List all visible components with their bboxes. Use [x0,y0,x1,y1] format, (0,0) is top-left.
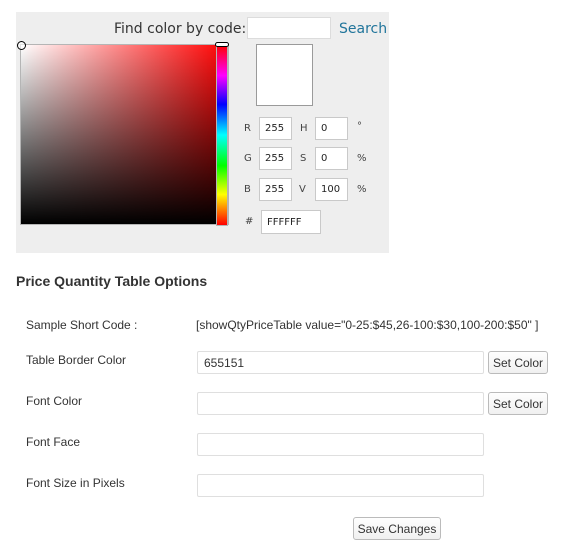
font-color-input[interactable] [197,392,484,415]
set-font-color-button[interactable]: Set Color [488,392,548,415]
red-label: R [244,123,251,134]
red-input[interactable] [259,117,292,140]
hue-slider-handle[interactable] [215,42,229,47]
value-label: V [299,184,306,195]
saturation-input[interactable] [315,147,348,170]
set-border-color-button[interactable]: Set Color [488,351,548,374]
green-input[interactable] [259,147,292,170]
short-code-value: [showQtyPriceTable value="0-25:$45,26-10… [196,318,539,332]
value-percent-unit: % [357,184,367,195]
font-size-input[interactable] [197,474,484,497]
blue-input[interactable] [259,178,292,201]
table-border-color-label: Table Border Color [26,353,127,367]
font-face-input[interactable] [197,433,484,456]
value-input[interactable] [315,178,348,201]
hex-label: # [245,216,254,227]
font-size-label: Font Size in Pixels [26,476,125,490]
font-face-label: Font Face [26,435,81,449]
hue-label: H [300,123,308,134]
find-color-input[interactable] [247,17,331,39]
green-label: G [244,153,252,164]
color-preview-swatch [256,44,313,106]
search-link[interactable]: Search [339,21,387,37]
hex-input[interactable] [261,210,321,234]
table-border-color-input[interactable] [197,351,484,374]
saturation-value-marker[interactable] [17,41,26,50]
section-title: Price Quantity Table Options [16,273,208,289]
save-changes-button[interactable]: Save Changes [353,517,441,540]
saturation-value-field[interactable] [17,41,229,225]
saturation-label: S [300,153,307,164]
blue-label: B [244,184,251,195]
saturation-percent-unit: % [357,153,367,164]
font-color-label: Font Color [26,394,83,408]
find-color-label: Find color by code: [114,21,247,37]
short-code-label: Sample Short Code : [26,318,138,332]
hue-slider[interactable] [216,44,228,226]
hue-input[interactable] [315,117,348,140]
degree-unit: ° [357,121,362,132]
color-picker-panel: Find color by code: Search R H ° G S % B… [16,12,389,253]
